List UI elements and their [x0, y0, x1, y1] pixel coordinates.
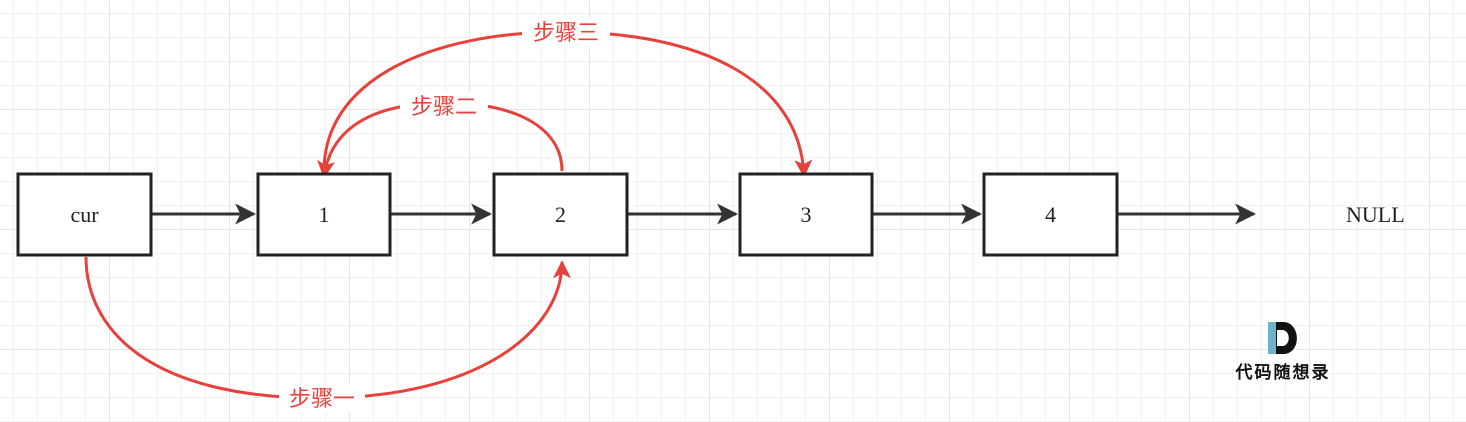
step2-label-group: 步骤二: [400, 92, 488, 120]
step1-label: 步骤一: [289, 387, 355, 412]
step3-label-group: 步骤三: [522, 18, 610, 46]
diagram-canvas: 步骤一 步骤二 步骤三 cur 1 2 3 4 NULL 代码随想录: [0, 0, 1466, 422]
step3-label: 步骤三: [533, 21, 599, 46]
logo-d-icon: [1268, 322, 1297, 354]
linked-list-swap-diagram: 步骤一 步骤二 步骤三 cur 1 2 3 4 NULL 代码随想录: [16, 18, 1405, 412]
watermark-logo: 代码随想录: [1235, 322, 1331, 383]
node-2-label: 2: [555, 202, 566, 227]
node-2: 2: [492, 172, 629, 257]
step1-arrow: [84, 256, 571, 400]
null-label: NULL: [1346, 202, 1405, 227]
step2-label: 步骤二: [411, 95, 477, 120]
node-1-label: 1: [319, 202, 330, 227]
node-cur-label: cur: [70, 202, 99, 227]
node-3-label: 3: [801, 202, 812, 227]
node-3: 3: [738, 172, 874, 257]
node-1: 1: [256, 172, 392, 257]
step1-label-group: 步骤一: [279, 384, 365, 412]
node-4-label: 4: [1045, 202, 1056, 227]
step3-arrow: [322, 30, 813, 178]
node-cur: cur: [16, 172, 153, 257]
node-4: 4: [982, 172, 1119, 257]
logo-text: 代码随想录: [1235, 362, 1331, 383]
